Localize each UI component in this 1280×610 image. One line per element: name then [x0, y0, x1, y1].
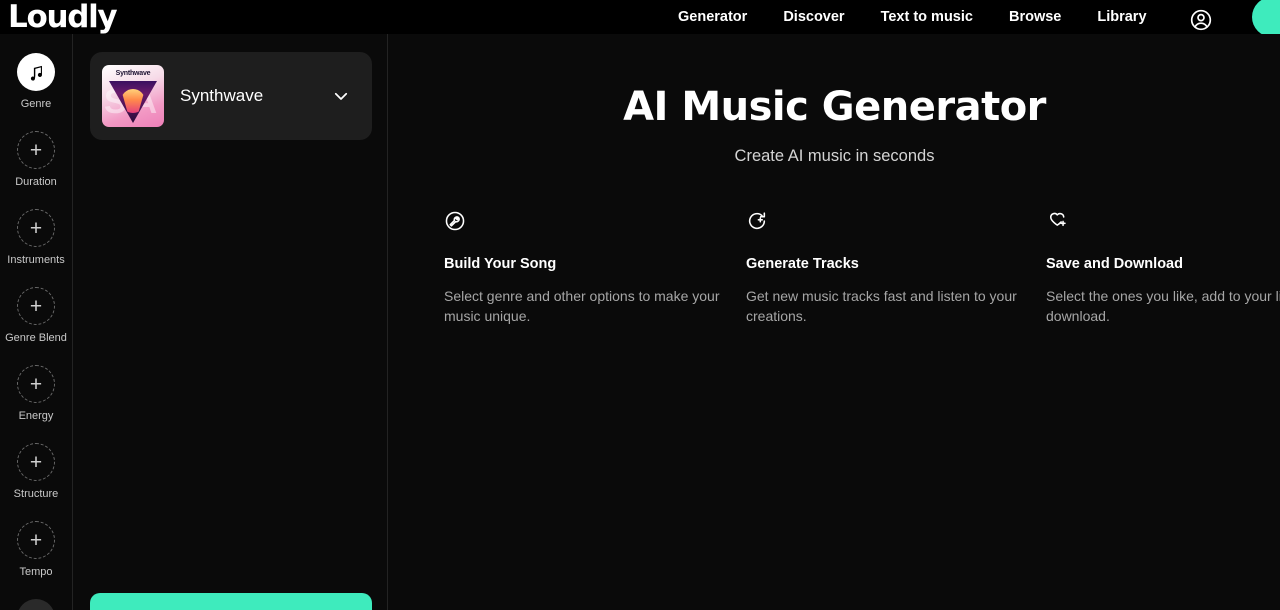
nav-item-library[interactable]: Library: [1097, 9, 1146, 25]
sidebar-item-instruments[interactable]: + Instruments: [0, 209, 72, 266]
refresh-sparkle-icon: [746, 210, 768, 232]
sidebar-item-duration[interactable]: + Duration: [0, 131, 72, 188]
sidebar-item-label: Instruments: [7, 254, 65, 266]
nav-item-browse[interactable]: Browse: [1009, 9, 1061, 25]
nav-item-text-to-music[interactable]: Text to music: [881, 9, 973, 25]
brand-logo[interactable]: Loudly: [8, 0, 118, 34]
heart-plus-icon: [1046, 210, 1068, 232]
sidebar-item-genre[interactable]: Genre: [0, 53, 72, 110]
sidebar-item-label: Genre: [20, 98, 52, 110]
chevron-down-icon[interactable]: [332, 87, 350, 105]
sidebar-item-label: Genre Blend: [5, 332, 67, 344]
nav-item-discover[interactable]: Discover: [783, 9, 844, 25]
sidebar-item-settings[interactable]: [0, 599, 72, 610]
page-title: AI Music Generator: [623, 84, 1046, 130]
sidebar-item-energy[interactable]: + Energy: [0, 365, 72, 422]
music-note-icon: [17, 53, 55, 91]
plus-icon: +: [17, 131, 55, 169]
plus-icon: +: [17, 209, 55, 247]
user-circle-icon[interactable]: [1189, 8, 1213, 32]
page-subtitle: Create AI music in seconds: [734, 147, 935, 165]
main-content: AI Music Generator Create AI music in se…: [389, 34, 1280, 610]
nav-item-generator[interactable]: Generator: [678, 9, 747, 25]
feature-description: Get new music tracks fast and listen to …: [746, 288, 1017, 324]
plus-icon: +: [17, 443, 55, 481]
feature-save-and-download: Save and Download Select the ones you li…: [1046, 210, 1280, 326]
feature-build-your-song: Build Your Song Select genre and other o…: [444, 210, 732, 326]
parameter-rail: Genre + Duration + Instruments + Genre B…: [0, 34, 73, 610]
sidebar-item-structure[interactable]: + Structure: [0, 443, 72, 500]
plus-icon: +: [17, 521, 55, 559]
genre-name-label: Synthwave: [180, 86, 264, 105]
artwork-title: Synthwave: [115, 70, 151, 77]
feature-title: Save and Download: [1046, 256, 1183, 272]
top-header: Loudly Generator Discover Text to music …: [0, 0, 1280, 37]
genre-selector-card[interactable]: SA Synthwave Synthwave: [90, 52, 372, 140]
sidebar-item-label: Duration: [15, 176, 57, 188]
generate-button[interactable]: GENERATE: [90, 593, 372, 610]
settings-icon: [17, 599, 55, 610]
sidebar-item-genre-blend[interactable]: + Genre Blend: [0, 287, 72, 344]
genre-artwork: SA Synthwave: [102, 65, 164, 127]
feature-generate-tracks: Generate Tracks Get new music tracks fas…: [746, 210, 1034, 326]
feature-title: Build Your Song: [444, 256, 557, 272]
feature-description: Select genre and other options to make y…: [444, 288, 720, 324]
selection-panel: SA Synthwave Synthwave GENERATE: [73, 34, 388, 610]
sidebar-item-label: Tempo: [19, 566, 53, 578]
wrench-circle-icon: [444, 210, 466, 232]
plus-icon: +: [17, 365, 55, 403]
sidebar-item-label: Energy: [18, 410, 54, 422]
header-cta-button[interactable]: U: [1252, 0, 1280, 37]
feature-description: Select the ones you like, add to your li…: [1046, 288, 1280, 324]
plus-icon: +: [17, 287, 55, 325]
main-navigation: Generator Discover Text to music Browse …: [678, 0, 1147, 34]
feature-title: Generate Tracks: [746, 256, 859, 272]
sidebar-item-tempo[interactable]: + Tempo: [0, 521, 72, 578]
app-body: Genre + Duration + Instruments + Genre B…: [0, 34, 1280, 610]
sidebar-item-label: Structure: [13, 488, 59, 500]
